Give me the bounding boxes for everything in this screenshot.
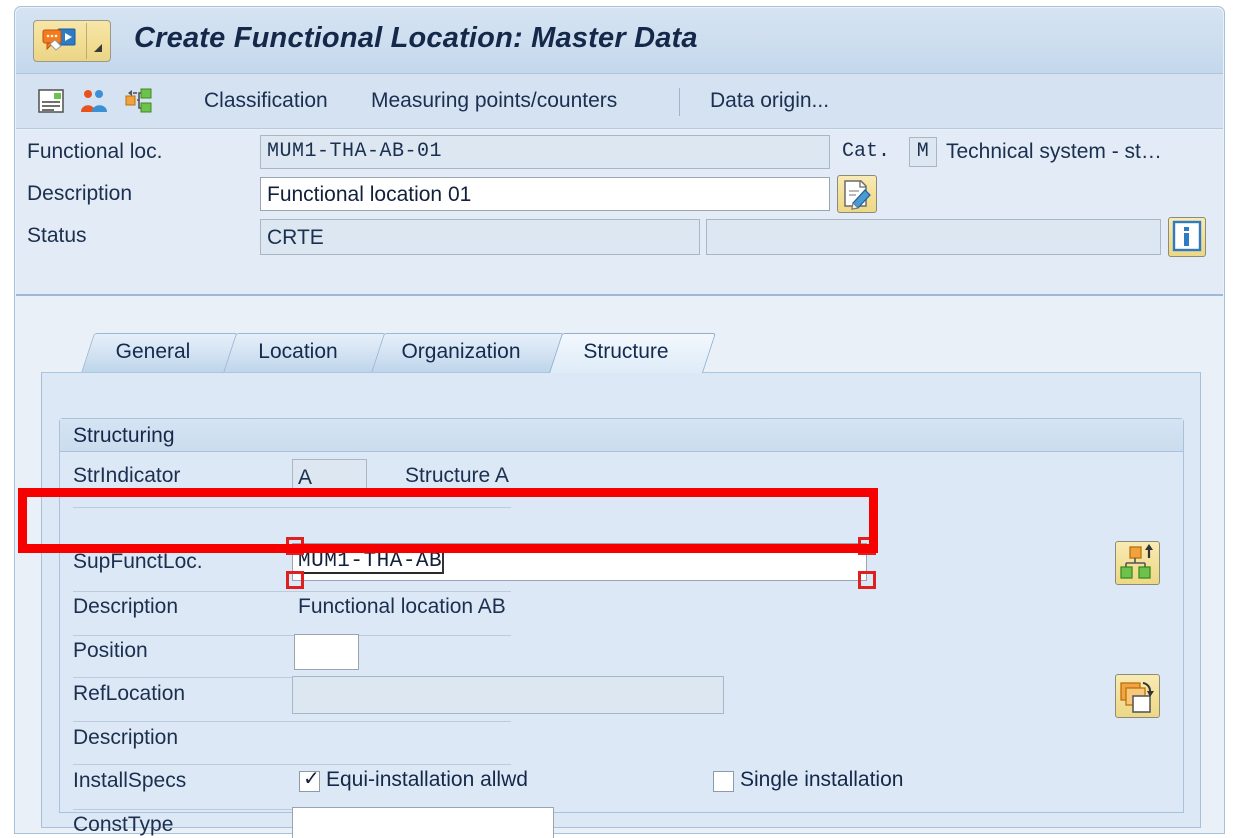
sap-system-menu-icon	[41, 27, 79, 62]
row-separator	[73, 721, 511, 722]
partners-icon[interactable]	[78, 87, 108, 115]
row-separator	[73, 507, 511, 508]
functional-loc-input[interactable]: MUM1-THA-AB-01	[260, 135, 830, 169]
category-label: Cat.	[842, 140, 891, 163]
tab-structure[interactable]: Structure	[549, 333, 716, 373]
system-menu-button[interactable]	[33, 20, 111, 62]
sup-funct-loc-value: MUM1-THA-AB	[298, 549, 443, 574]
structure-tab-panel: Structuring StrIndicator A Structure A S…	[41, 373, 1201, 838]
ref-location-label: RefLocation	[73, 682, 186, 705]
sap-gui-screen: Create Functional Location: Master Data	[0, 0, 1239, 838]
ref-location-input[interactable]	[292, 676, 724, 714]
position-input[interactable]	[294, 634, 359, 670]
copy-reference-icon	[1120, 682, 1154, 713]
status-extra-input[interactable]	[706, 219, 1161, 255]
sup-funct-loc-label: SupFunctLoc.	[73, 550, 203, 573]
install-specs-label: InstallSpecs	[73, 769, 187, 792]
page-title: Create Functional Location: Master Data	[134, 22, 698, 54]
sup-funct-loc-structure-button[interactable]	[1115, 541, 1160, 585]
str-indicator-label: StrIndicator	[73, 464, 181, 487]
ref-location-copy-button[interactable]	[1115, 674, 1160, 718]
sup-description-label: Description	[73, 595, 179, 618]
title-bar: Create Functional Location: Master Data	[16, 8, 1223, 74]
measuring-points-button[interactable]: Measuring points/counters	[371, 89, 617, 113]
classification-button[interactable]: Classification	[204, 89, 328, 113]
list-overview-icon[interactable]	[36, 87, 66, 115]
long-text-edit-icon	[844, 180, 871, 210]
structuring-title-bar: Structuring	[60, 419, 1183, 452]
row-separator	[73, 591, 511, 592]
position-label: Position	[73, 639, 148, 662]
tab-location-label: Location	[258, 340, 338, 363]
description-input[interactable]: Functional location 01	[260, 177, 830, 211]
const-type-label: ConstType	[73, 813, 174, 836]
application-toolbar: Classification Measuring points/counters…	[16, 74, 1223, 129]
ref-description-label: Description	[73, 726, 179, 749]
structuring-groupbox: Structuring StrIndicator A Structure A S…	[59, 418, 1184, 838]
dropdown-arrow-icon[interactable]	[94, 44, 102, 52]
application-window: Create Functional Location: Master Data	[14, 6, 1225, 838]
category-text: Technical system - st…	[946, 140, 1162, 163]
data-origin-button[interactable]: Data origin...	[710, 89, 829, 113]
str-indicator-input[interactable]: A	[292, 459, 367, 495]
system-button-divider	[86, 23, 87, 59]
tab-general-label: General	[115, 340, 191, 363]
tab-general[interactable]: General	[81, 333, 238, 373]
description-label: Description	[27, 182, 133, 205]
tab-strip: General Location Organization Structure	[41, 329, 1201, 376]
sup-funct-loc-input[interactable]: MUM1-THA-AB	[292, 543, 867, 581]
sup-description-text: Functional location AB	[298, 595, 506, 618]
equi-installation-checkbox[interactable]: ✓	[299, 768, 320, 792]
text-cursor	[442, 550, 445, 574]
str-indicator-text: Structure A	[405, 464, 509, 487]
info-icon	[1172, 220, 1202, 252]
structure-hierarchy-icon[interactable]	[124, 87, 154, 115]
status-label: Status	[27, 224, 87, 247]
row-separator	[73, 635, 511, 636]
category-input[interactable]: M	[909, 137, 937, 167]
header-fields-area: Functional loc. MUM1-THA-AB-01 Cat. M Te…	[16, 130, 1223, 296]
const-type-input[interactable]	[292, 807, 554, 838]
single-installation-checkbox-label[interactable]: Single installation	[740, 768, 903, 792]
functional-loc-label: Functional loc.	[27, 140, 163, 163]
row-separator	[73, 764, 511, 765]
long-text-edit-button[interactable]	[837, 175, 877, 213]
single-installation-checkbox[interactable]	[713, 771, 734, 792]
equi-installation-checkbox-label[interactable]: Equi-installation allwd	[326, 768, 528, 792]
toolbar-divider	[679, 88, 680, 116]
structuring-title: Structuring	[73, 424, 175, 447]
tab-location[interactable]: Location	[223, 333, 386, 373]
tab-structure-label: Structure	[583, 340, 669, 363]
checkmark-icon: ✓	[303, 768, 320, 790]
status-info-button[interactable]	[1168, 217, 1206, 257]
tab-organization[interactable]: Organization	[371, 333, 564, 373]
structure-list-up-icon	[1120, 544, 1153, 579]
status-input[interactable]: CRTE	[260, 219, 700, 255]
tab-organization-label: Organization	[401, 340, 521, 363]
